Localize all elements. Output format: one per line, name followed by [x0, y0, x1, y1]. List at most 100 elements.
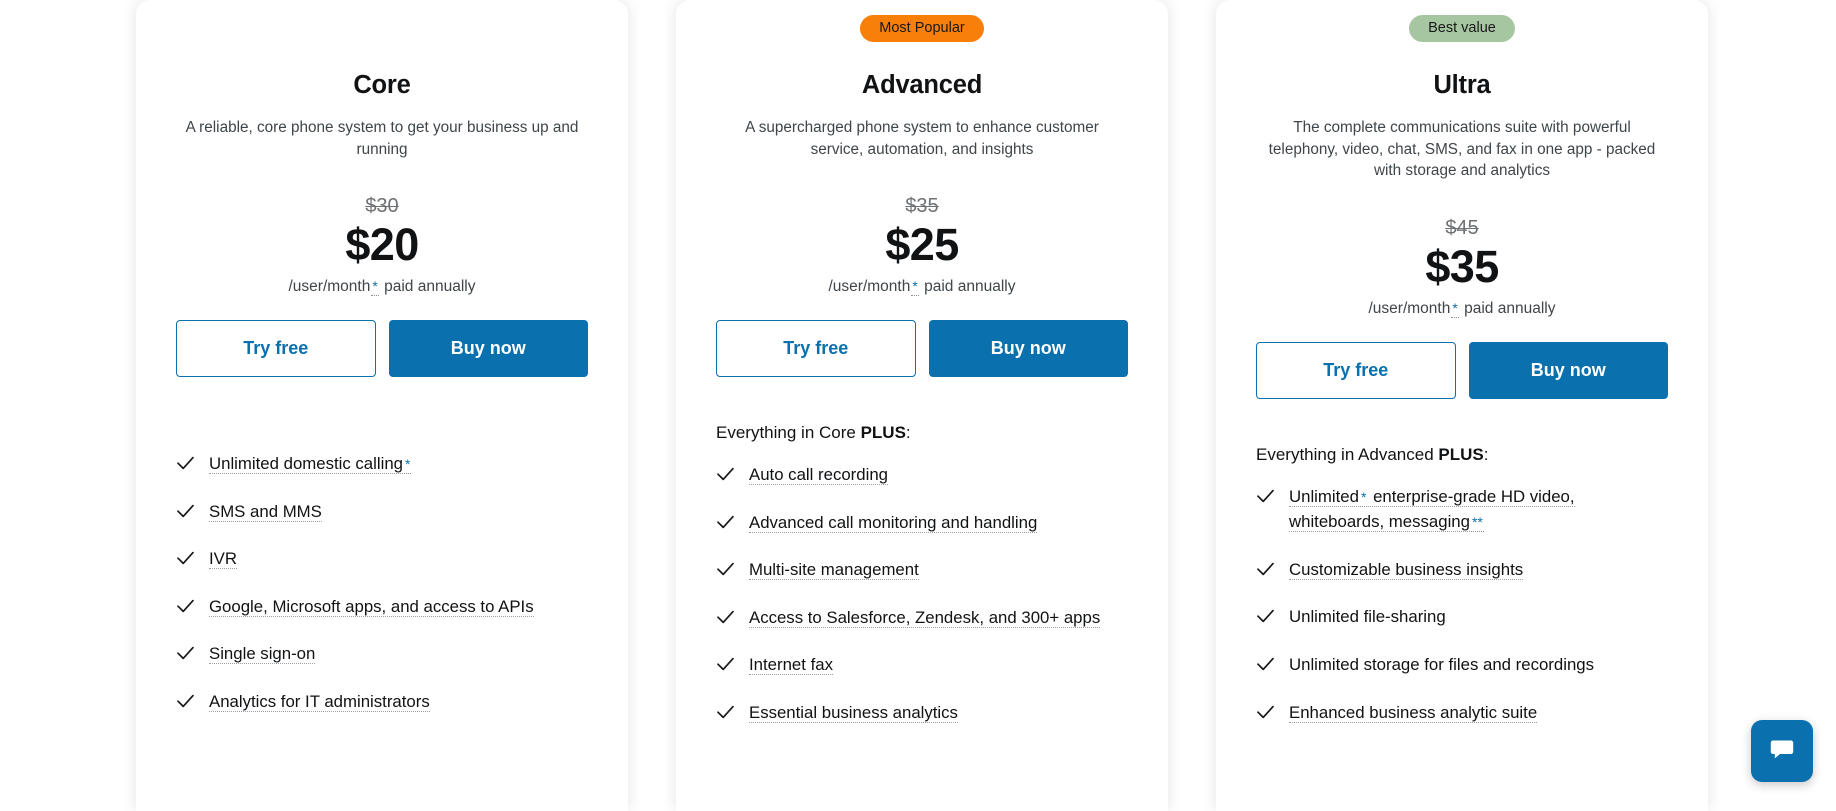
- check-icon: [716, 463, 735, 486]
- feature-item: Essential business analytics: [716, 700, 1128, 726]
- check-icon: [716, 701, 735, 724]
- feature-text-wrap: Customizable business insights: [1289, 557, 1524, 583]
- feature-text-wrap: Multi-site management: [749, 557, 919, 583]
- price-terms-asterisk[interactable]: *: [1451, 299, 1459, 318]
- check-icon: [1256, 558, 1275, 581]
- price-terms-prefix: /user/month: [288, 277, 371, 295]
- try-free-button-advanced[interactable]: Try free: [716, 320, 916, 378]
- feature-label[interactable]: Auto call recording: [749, 465, 888, 486]
- includes-plus-label: PLUS: [860, 423, 906, 443]
- feature-label[interactable]: Single sign-on: [209, 644, 316, 665]
- price-current-advanced: $25: [885, 219, 959, 271]
- chat-bubble-icon: [1767, 734, 1797, 769]
- feature-item: Analytics for IT administrators: [176, 689, 588, 715]
- feature-label[interactable]: SMS and MMS: [209, 501, 322, 522]
- check-icon: [176, 690, 195, 713]
- feature-label[interactable]: IVR: [209, 549, 237, 570]
- feature-text-wrap: Enhanced business analytic suite: [1289, 700, 1538, 726]
- price-terms-suffix: paid annually: [1459, 299, 1556, 317]
- includes-suffix: :: [1483, 444, 1489, 464]
- feature-label[interactable]: Unlimited domestic calling: [209, 454, 403, 475]
- feature-item: Unlimited domestic calling *: [176, 451, 588, 477]
- feature-inline-asterisk[interactable]: *: [1359, 488, 1368, 507]
- feature-item: Unlimited * enterprise-grade HD video, wh…: [1256, 484, 1668, 535]
- try-free-button-core[interactable]: Try free: [176, 320, 376, 378]
- feature-item: Google, Microsoft apps, and access to AP…: [176, 594, 588, 620]
- check-icon: [1256, 653, 1275, 676]
- feature-label: Unlimited storage for files and recordin…: [1289, 655, 1595, 675]
- feature-label[interactable]: Enhanced business analytic suite: [1289, 702, 1538, 723]
- feature-asterisk[interactable]: **: [1470, 514, 1484, 533]
- badge-slot-advanced: Most Popular: [716, 0, 1128, 43]
- price-terms-asterisk[interactable]: *: [371, 277, 379, 296]
- feature-label[interactable]: Access to Salesforce, Zendesk, and 300+ …: [749, 607, 1101, 628]
- check-icon: [1256, 605, 1275, 628]
- feature-asterisk[interactable]: *: [404, 456, 412, 475]
- cta-row-advanced: Try free Buy now: [716, 320, 1128, 378]
- feature-label[interactable]: Google, Microsoft apps, and access to AP…: [209, 596, 534, 617]
- feature-item: Internet fax: [716, 652, 1128, 678]
- feature-item: Access to Salesforce, Zendesk, and 300+ …: [716, 605, 1128, 631]
- pricing-cards-row: Core A reliable, core phone system to get…: [136, 0, 1708, 811]
- feature-item: IVR: [176, 546, 588, 572]
- includes-line-ultra: Everything in Advanced PLUS:: [1256, 444, 1668, 466]
- feature-label[interactable]: Multi-site management: [749, 560, 919, 581]
- feature-label[interactable]: Advanced call monitoring and handling: [749, 512, 1038, 533]
- feature-item: Single sign-on: [176, 641, 588, 667]
- feature-text-wrap: IVR: [209, 546, 237, 572]
- price-original-core: $30: [365, 195, 399, 218]
- includes-prefix: Everything in Advanced: [1256, 444, 1439, 464]
- price-terms-asterisk[interactable]: *: [911, 277, 919, 296]
- check-icon: [176, 547, 195, 570]
- chat-widget-button[interactable]: [1751, 720, 1813, 782]
- plan-description-ultra: The complete communications suite with p…: [1268, 119, 1656, 180]
- plan-title-advanced: Advanced: [861, 71, 983, 99]
- feature-text-wrap: Internet fax: [749, 652, 833, 678]
- check-icon: [1256, 701, 1275, 724]
- price-original-advanced: $35: [905, 195, 939, 218]
- includes-suffix: :: [905, 423, 911, 443]
- includes-plus-label: PLUS: [1438, 444, 1484, 464]
- feature-label[interactable]: Customizable business insights: [1289, 559, 1524, 580]
- feature-item: Unlimited file-sharing: [1256, 604, 1668, 630]
- feature-text-wrap: Unlimited * enterprise-grade HD video, wh…: [1289, 484, 1668, 535]
- plan-card-advanced: Most Popular Advanced A supercharged phone…: [676, 0, 1168, 811]
- cta-row-ultra: Try free Buy now: [1256, 341, 1668, 399]
- plan-card-core: Core A reliable, core phone system to get…: [136, 0, 628, 811]
- check-icon: [1256, 485, 1275, 508]
- check-icon: [176, 452, 195, 475]
- feature-text-wrap: Essential business analytics: [749, 700, 958, 726]
- price-terms-prefix: /user/month: [1368, 299, 1451, 317]
- feature-text-wrap: Auto call recording: [749, 462, 888, 488]
- badge-slot-ultra: Best value: [1256, 0, 1668, 43]
- feature-text-wrap: Unlimited file-sharing: [1289, 604, 1446, 630]
- check-icon: [176, 595, 195, 618]
- feature-item: Auto call recording: [716, 462, 1128, 488]
- pricing-page: Core A reliable, core phone system to get…: [0, 0, 1836, 811]
- buy-now-button-core[interactable]: Buy now: [388, 320, 588, 378]
- feature-item: Customizable business insights: [1256, 557, 1668, 583]
- badge-slot-core: [176, 0, 588, 32]
- feature-label[interactable]: Essential business analytics: [749, 702, 958, 723]
- feature-text-wrap: Unlimited domestic calling *: [209, 451, 412, 477]
- plan-badge-ultra: Best value: [1409, 15, 1515, 43]
- buy-now-button-advanced[interactable]: Buy now: [928, 320, 1128, 378]
- feature-label[interactable]: Unlimited * enterprise-grade HD video, wh…: [1289, 486, 1575, 533]
- includes-line-advanced: Everything in Core PLUS:: [716, 422, 1128, 444]
- feature-text-wrap: Analytics for IT administrators: [209, 689, 430, 715]
- plan-description-advanced: A supercharged phone system to enhance c…: [745, 119, 1099, 158]
- feature-label[interactable]: Internet fax: [749, 655, 833, 676]
- feature-list-ultra: Unlimited * enterprise-grade HD video, wh…: [1256, 484, 1668, 725]
- feature-text-wrap: Advanced call monitoring and handling: [749, 510, 1038, 536]
- buy-now-button-ultra[interactable]: Buy now: [1468, 341, 1668, 399]
- feature-item: Unlimited storage for files and recordin…: [1256, 652, 1668, 678]
- plan-title-ultra: Ultra: [1433, 71, 1491, 99]
- feature-label[interactable]: Analytics for IT administrators: [209, 691, 430, 712]
- feature-list-core: Unlimited domestic calling * SMS and MMS IV…: [176, 451, 588, 714]
- try-free-button-ultra[interactable]: Try free: [1256, 341, 1456, 399]
- price-block-ultra: $45 $35/user/month * paid annually: [1256, 216, 1668, 319]
- price-terms-prefix: /user/month: [828, 277, 911, 295]
- feature-text-wrap: Unlimited storage for files and recordin…: [1289, 652, 1594, 678]
- feature-text-wrap: Access to Salesforce, Zendesk, and 300+ …: [749, 605, 1101, 631]
- feature-label: Unlimited file-sharing: [1289, 607, 1446, 627]
